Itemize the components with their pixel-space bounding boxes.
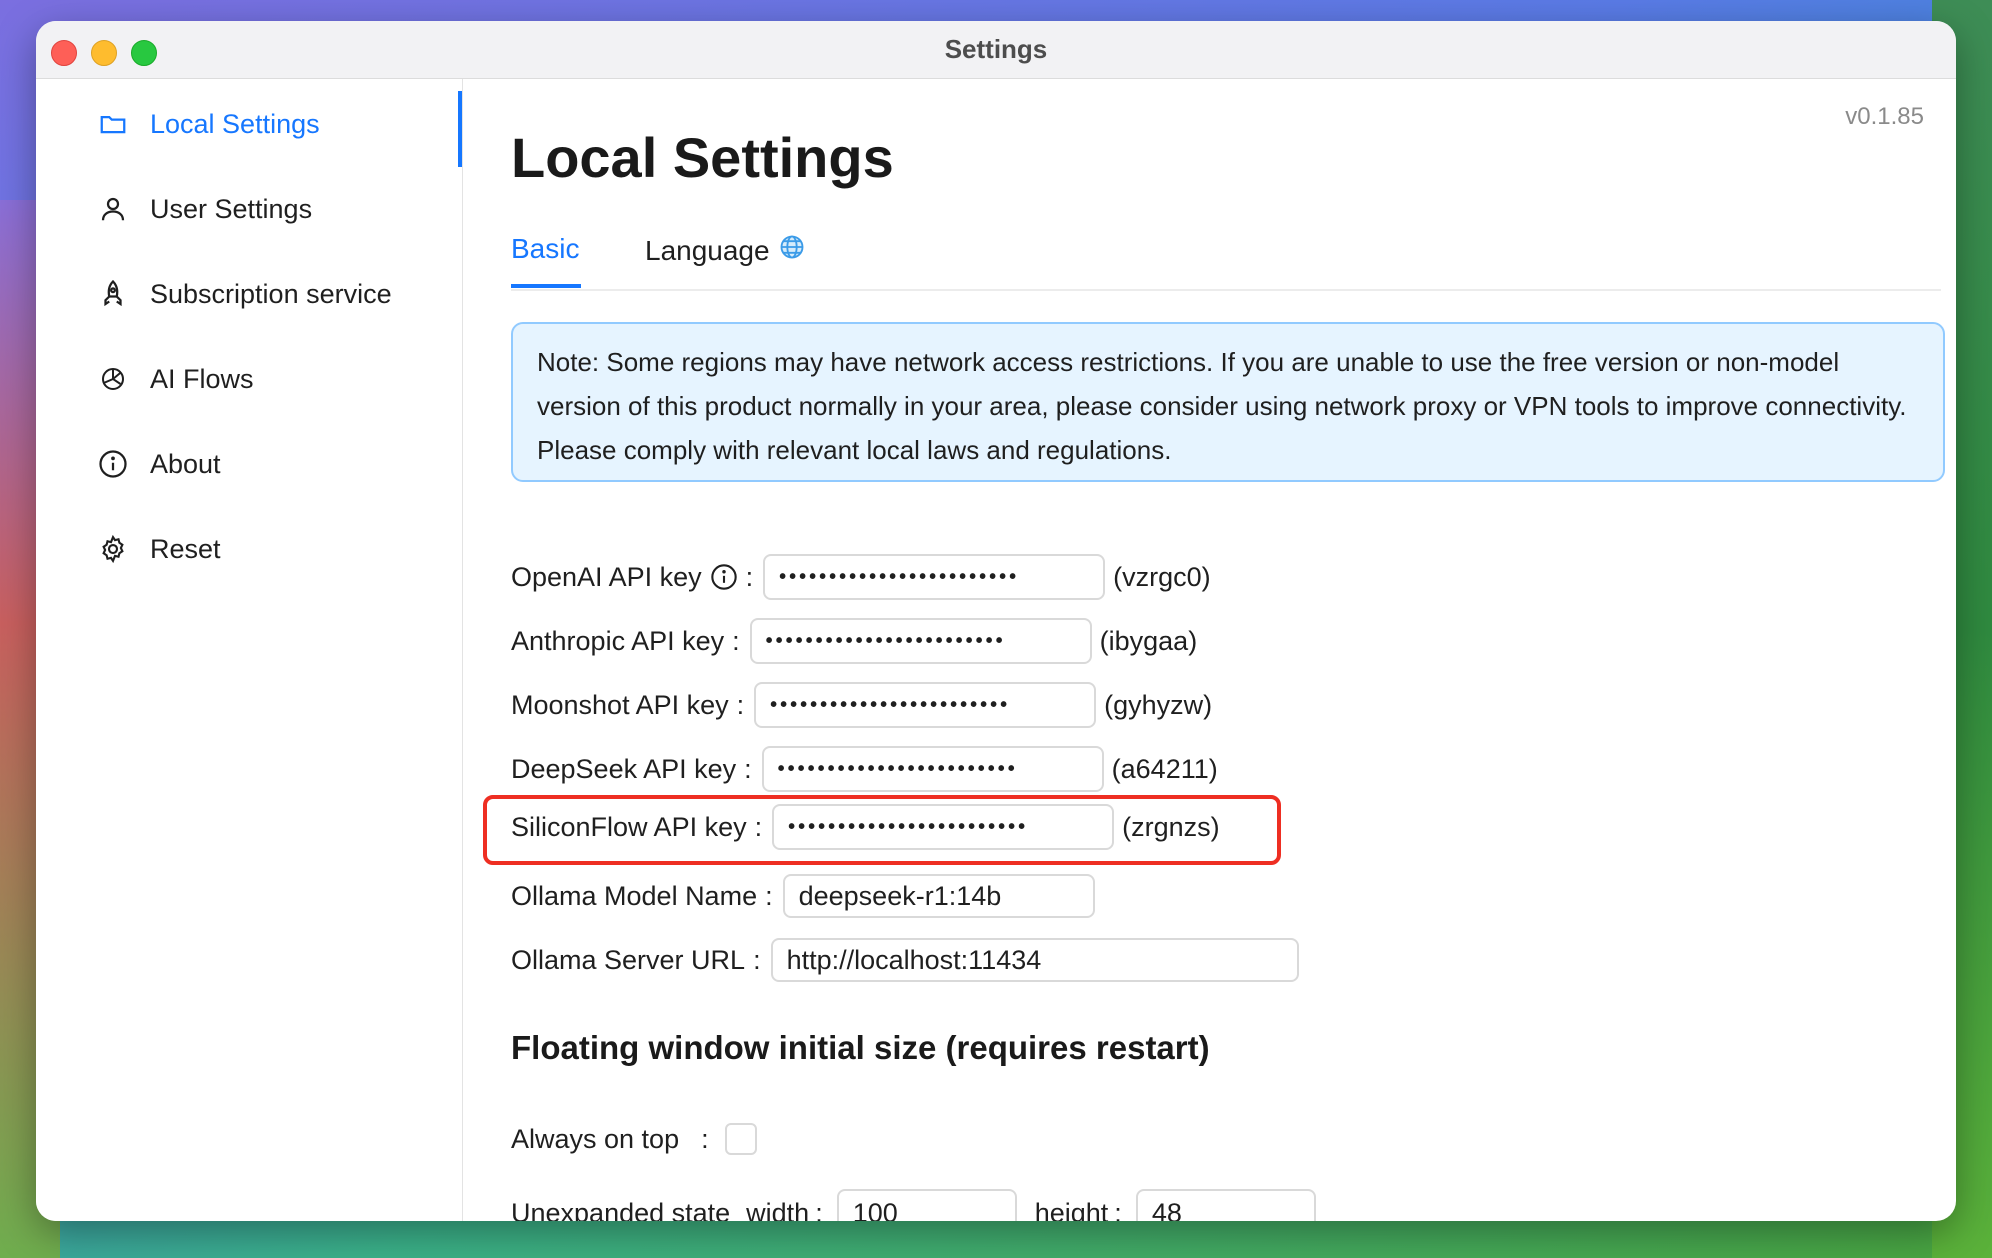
unexpanded-state-label: Unexpanded state [511,1197,731,1222]
ollama-model-label: Ollama Model Name : [511,881,783,912]
siliconflow-key-label: SiliconFlow API key : [511,812,772,843]
openai-key-row: OpenAI API key : (vzrgc0) [511,554,1211,600]
deepseek-key-label: DeepSeek API key : [511,754,762,785]
colon: : [744,753,752,784]
sidebar-active-indicator [458,91,462,167]
colon: : [701,1123,709,1154]
always-on-top-checkbox[interactable] [724,1123,757,1155]
gear-icon [96,532,130,566]
rocket-icon [96,277,130,311]
sidebar-item-label: Reset [150,533,221,564]
colon: : [765,880,773,911]
anthropic-key-row: Anthropic API key : (ibygaa) [511,618,1197,664]
openai-key-suffix: (vzrgc0) [1113,561,1211,592]
sidebar-item-label: Subscription service [150,278,392,309]
user-icon [96,192,130,226]
colon: : [745,561,754,592]
anthropic-key-label: Anthropic API key : [511,626,750,657]
openai-key-label: OpenAI API key : [511,562,763,593]
ollama-url-label: Ollama Server URL : [511,945,771,976]
ollama-url-input[interactable] [770,938,1299,982]
openai-key-label-text: OpenAI API key [511,561,702,592]
colon: : [1114,1197,1122,1222]
sidebar-item-user-settings[interactable]: User Settings [96,192,312,226]
info-icon[interactable] [702,563,738,591]
info-circle-icon [96,447,130,481]
anthropic-key-suffix: (ibygaa) [1099,625,1198,656]
network-notice: Note: Some regions may have network acce… [511,322,1945,482]
width-input[interactable] [836,1189,1017,1221]
height-input[interactable] [1135,1189,1316,1221]
tab-bar: Basic Language [511,209,1941,291]
window-title: Settings [944,34,1048,64]
ollama-model-input[interactable] [782,874,1095,918]
settings-window: Settings Local Settings User Settings Su… [36,21,1956,1221]
sidebar-item-local-settings[interactable]: Local Settings [96,107,320,141]
tab-language-label: Language [645,234,770,266]
sidebar-item-about[interactable]: About [96,447,221,481]
moonshot-key-input[interactable] [754,682,1097,728]
deepseek-key-row: DeepSeek API key : (a64211) [511,746,1218,792]
colon: : [732,625,740,656]
anthropic-key-input[interactable] [749,618,1092,664]
moonshot-key-label: Moonshot API key : [511,690,754,721]
always-on-top-label: Always on top [511,1123,680,1154]
colon: : [815,1197,823,1222]
anthropic-key-label-text: Anthropic API key [511,625,725,656]
sidebar-item-reset[interactable]: Reset [96,532,221,566]
version-label: v0.1.85 [1845,103,1924,130]
ollama-model-row: Ollama Model Name : [511,874,1095,918]
sidebar-item-label: Local Settings [150,108,320,139]
folder-icon [96,107,130,141]
tab-basic-label: Basic [511,233,580,264]
height-label: height [1034,1197,1109,1222]
width-label: width [746,1197,810,1222]
unexpanded-state-row: Unexpanded state width : height : [511,1189,1316,1221]
title-bar: Settings [36,21,1956,79]
always-on-top-row: Always on top : [511,1123,757,1155]
moonshot-key-row: Moonshot API key : (gyhyzw) [511,682,1212,728]
sidebar-item-ai-flows[interactable]: AI Flows [96,362,254,396]
sidebar-item-label: AI Flows [150,363,254,394]
moonshot-key-suffix: (gyhyzw) [1104,689,1213,720]
moonshot-key-label-text: Moonshot API key [511,689,729,720]
tab-language[interactable]: Language [645,233,806,268]
colon: : [754,811,763,842]
siliconflow-key-input[interactable] [772,804,1115,850]
sidebar-item-label: About [150,448,221,479]
openai-icon [96,362,130,396]
deepseek-key-label-text: DeepSeek API key [511,753,737,784]
tab-basic[interactable]: Basic [511,233,579,265]
main-content: v0.1.85 Local Settings Basic Language No… [483,79,1945,1221]
sidebar-item-subscription-service[interactable]: Subscription service [96,277,392,311]
ollama-url-label-text: Ollama Server URL [511,944,746,975]
deepseek-key-suffix: (a64211) [1111,753,1218,784]
sidebar-item-label: User Settings [150,193,313,224]
globe-icon [770,233,806,268]
siliconflow-key-label-text: SiliconFlow API key [511,811,747,842]
openai-key-input[interactable] [763,554,1106,600]
siliconflow-key-row: SiliconFlow API key : (zrgnzs) [511,804,1220,850]
deepseek-key-input[interactable] [761,746,1104,792]
floating-window-section-title: Floating window initial size (requires r… [511,1029,1210,1066]
page-title: Local Settings [511,126,894,189]
tab-active-underline [511,284,581,288]
sidebar: Local Settings User Settings Subscriptio… [36,79,463,1221]
siliconflow-key-suffix: (zrgnzs) [1122,811,1220,842]
colon: : [753,944,761,975]
ollama-url-row: Ollama Server URL : [511,938,1299,982]
ollama-model-label-text: Ollama Model Name [511,880,758,911]
colon: : [736,689,745,720]
